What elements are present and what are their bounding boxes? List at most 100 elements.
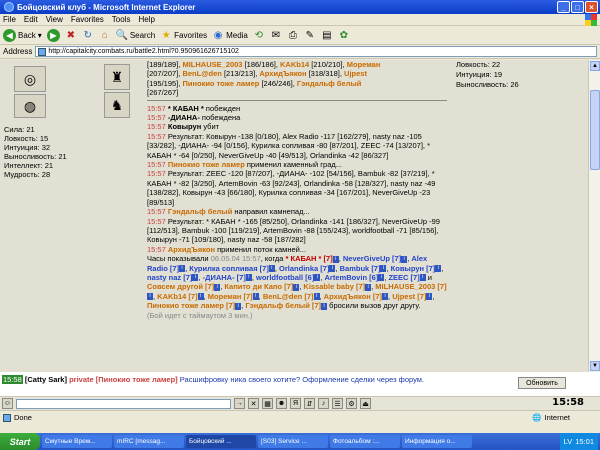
info-icon[interactable]: i — [313, 293, 320, 301]
player-link[interactable]: Пинокио тоже ламер — [182, 79, 259, 88]
info-icon[interactable]: i — [314, 274, 321, 282]
clear-icon[interactable]: ✕ — [248, 398, 259, 409]
player-link[interactable]: ZEEC [7] — [388, 273, 419, 282]
sound-icon[interactable]: ♪ — [318, 398, 329, 409]
search-button[interactable]: 🔍 Search — [116, 30, 156, 42]
player-link[interactable]: Ковырун [7] — [391, 264, 436, 273]
taskbar-item[interactable]: Смутные Врем... — [42, 435, 112, 448]
info-icon[interactable]: i — [268, 265, 275, 273]
info-icon[interactable]: i — [382, 293, 389, 301]
info-icon[interactable]: i — [332, 255, 339, 263]
chat-recipient[interactable]: [Пинокио тоже ламер] — [96, 375, 178, 384]
info-icon[interactable]: i — [426, 293, 433, 301]
player-link[interactable]: Гэндальф белый [7] — [245, 301, 321, 310]
info-icon[interactable]: i — [147, 293, 153, 301]
refresh-icon[interactable]: ↻ — [82, 30, 94, 42]
chat-sender[interactable]: [Catty Sark] — [25, 375, 67, 384]
player-link[interactable]: * КАБАН * [7] — [286, 254, 333, 263]
ring-item-icon[interactable]: ◎ — [14, 66, 46, 92]
scroll-up-icon[interactable]: ▲ — [590, 61, 600, 71]
player-link[interactable]: Курилка сопливая [7] — [189, 264, 269, 273]
menu-help[interactable]: Help — [138, 15, 154, 24]
player-link[interactable]: Ujpest [7] — [392, 292, 426, 301]
edit-icon[interactable]: ✎ — [304, 30, 316, 42]
mail-icon[interactable]: ✉ — [270, 30, 282, 42]
player-link[interactable]: Kissable baby [7] — [303, 282, 365, 291]
info-icon[interactable]: i — [380, 265, 387, 273]
info-icon[interactable]: i — [192, 274, 199, 282]
menu-edit[interactable]: Edit — [24, 15, 38, 24]
menu-view[interactable]: View — [46, 15, 63, 24]
home-icon[interactable]: ⌂ — [99, 30, 111, 42]
player-link[interactable]: KAKb14 — [280, 60, 309, 69]
player-link[interactable]: BenL@den — [182, 69, 221, 78]
player-link[interactable]: Мореман [7] — [208, 292, 253, 301]
player-link[interactable]: MILHAUSE_2003 — [182, 60, 242, 69]
player-link[interactable]: Пинокио тоже ламер [7] — [147, 301, 235, 310]
info-icon[interactable]: i — [179, 265, 186, 273]
player-link[interactable]: BenL@den [7] — [263, 292, 314, 301]
info-icon[interactable]: i — [214, 283, 221, 291]
info-icon[interactable]: i — [197, 293, 204, 301]
taskbar-item[interactable]: Фотоальбом :... — [330, 435, 400, 448]
favorites-button[interactable]: ★ Favorites — [160, 30, 207, 42]
messenger-icon[interactable]: ✿ — [338, 30, 350, 42]
chat-input[interactable] — [16, 398, 231, 409]
menu-favorites[interactable]: Favorites — [71, 15, 104, 24]
send-icon[interactable]: → — [234, 398, 245, 409]
taskbar-item[interactable]: Бойцовский ... — [186, 435, 256, 448]
settings-icon[interactable]: ⚙ — [346, 398, 357, 409]
info-icon[interactable]: i — [245, 274, 252, 282]
player-link[interactable]: nasty naz [7] — [147, 273, 192, 282]
boots-item-icon[interactable]: ♞ — [104, 92, 130, 118]
discuss-icon[interactable]: ▤ — [321, 30, 333, 42]
users-icon[interactable]: ☰ — [332, 398, 343, 409]
info-icon[interactable]: i — [365, 283, 372, 291]
info-icon[interactable]: i — [252, 293, 259, 301]
info-icon[interactable]: i — [378, 274, 385, 282]
player-link[interactable]: АрхидЪякон [7] — [324, 292, 382, 301]
history-icon[interactable]: ⟲ — [253, 30, 265, 42]
scroll-down-icon[interactable]: ▼ — [590, 361, 600, 371]
armor-item-icon[interactable]: ♜ — [104, 64, 130, 90]
language-indicator[interactable]: LV — [564, 437, 573, 446]
smiley-icon[interactable]: ☺ — [2, 398, 13, 409]
exit-icon[interactable]: ⏏ — [360, 398, 371, 409]
player-link[interactable]: Мореман — [347, 60, 381, 69]
scroll-lock-icon[interactable]: ⇵ — [304, 398, 315, 409]
stop-icon[interactable]: ✖ — [65, 30, 77, 42]
player-link[interactable]: worldfootball [6] — [256, 273, 314, 282]
menu-file[interactable]: File — [3, 15, 16, 24]
player-link[interactable]: MILHAUSE_2003 [7] — [375, 282, 446, 291]
player-link[interactable]: KAKb14 [7] — [157, 292, 197, 301]
media-button[interactable]: ◉ Media — [212, 30, 248, 42]
player-link[interactable]: Капито ди Капо [7] — [224, 282, 293, 291]
info-icon[interactable]: i — [329, 265, 336, 273]
player-link[interactable]: Ujpest — [344, 69, 367, 78]
vertical-scrollbar[interactable]: ▲ ▼ — [588, 60, 600, 372]
player-link[interactable]: -ДИАНА- [7] — [203, 273, 246, 282]
player-link[interactable]: Гэндальф белый — [297, 79, 361, 88]
player-link[interactable]: Bambuk [7] — [340, 264, 381, 273]
player-link[interactable]: ArtemBovin [6] — [325, 273, 379, 282]
minimize-button[interactable]: _ — [557, 1, 570, 13]
print-icon[interactable]: ⎙ — [287, 30, 299, 42]
bracelet-item-icon[interactable]: ◍ — [14, 94, 46, 118]
info-icon[interactable]: i — [401, 255, 408, 263]
taskbar-item[interactable]: mIRC [messag... — [114, 435, 184, 448]
player-link[interactable]: АрхидЪякон — [259, 69, 306, 78]
start-button[interactable]: Start — [0, 433, 40, 450]
info-icon[interactable]: i — [293, 283, 300, 291]
info-icon[interactable]: i — [235, 302, 242, 310]
back-button[interactable]: ◀ Back ▾ — [3, 29, 42, 42]
smile-list-icon[interactable]: ☻ — [276, 398, 287, 409]
player-link[interactable]: Orlandinka [7] — [279, 264, 329, 273]
player-link[interactable]: NeverGiveUp [7] — [343, 254, 401, 263]
maximize-button[interactable]: □ — [571, 1, 584, 13]
info-icon[interactable]: i — [435, 265, 442, 273]
scroll-thumb[interactable] — [590, 90, 600, 170]
close-button[interactable]: × — [585, 1, 598, 13]
filter-icon[interactable]: ▦ — [262, 398, 273, 409]
translit-icon[interactable]: Я — [290, 398, 301, 409]
update-button[interactable]: Обновить — [518, 377, 566, 389]
